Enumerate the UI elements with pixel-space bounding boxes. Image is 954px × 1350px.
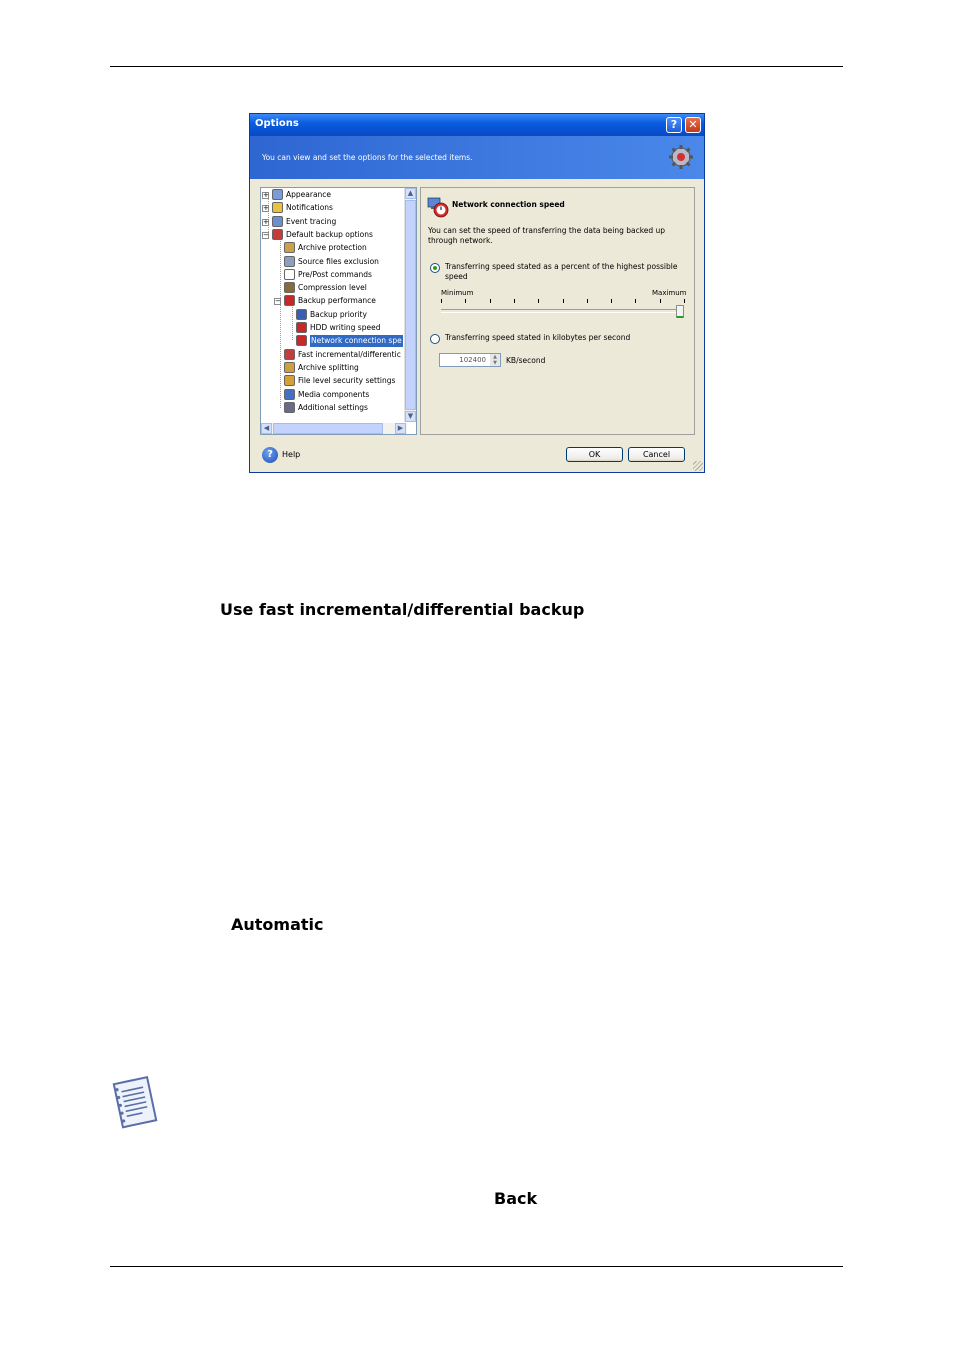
slider-max-label: Maximum	[652, 289, 687, 297]
notifications-icon	[272, 202, 283, 214]
scroll-left-arrow[interactable]: ◀	[261, 423, 272, 434]
header-rule	[110, 66, 843, 67]
kbps-unit: KB/second	[506, 356, 546, 365]
network-speed-icon	[296, 335, 307, 347]
note-icon	[112, 1075, 158, 1129]
security-icon	[284, 375, 295, 387]
performance-icon	[284, 295, 295, 307]
tree-line	[292, 304, 293, 340]
slider-tick	[635, 299, 636, 303]
backup-options-icon	[272, 228, 283, 240]
tree-item-label: Additional settings	[298, 402, 368, 412]
kbps-value: 102400	[459, 356, 486, 364]
priority-icon	[296, 308, 307, 320]
tree-item-label: Notifications	[286, 203, 333, 213]
percent-speed-radio[interactable]	[430, 263, 440, 273]
tree-item-label: Event tracing	[286, 216, 337, 226]
tree-item-label: Fast incremental/differentic	[298, 349, 401, 359]
slider-tick	[538, 299, 539, 303]
slider-tick	[660, 299, 661, 303]
kbps-speed-radio[interactable]	[430, 334, 440, 344]
tree-item-label: Network connection spe	[310, 335, 403, 348]
scroll-thumb[interactable]	[405, 200, 416, 410]
tree-item-label: Archive protection	[298, 243, 367, 253]
dialog-banner: You can view and set the options for the…	[250, 136, 704, 179]
tree-line	[280, 238, 281, 408]
tree-item-label: Default backup options	[286, 229, 373, 239]
resize-grip[interactable]	[693, 461, 703, 471]
commands-icon	[284, 268, 295, 280]
options-tree: ▲ ▼ ◀ ▶ + Appearance + Notifications + Event …	[260, 187, 417, 435]
percent-speed-label: Transferring speed stated as a percent o…	[445, 262, 678, 281]
compression-icon	[284, 282, 295, 294]
slider-tick	[490, 299, 491, 303]
tree-item-label: Backup performance	[298, 296, 376, 306]
options-panel: Network connection speed You can set the…	[420, 187, 695, 435]
tree-item-label: Source files exclusion	[298, 256, 379, 266]
options-dialog: Options ? ✕ You can view and set the opt…	[249, 113, 705, 473]
slider-tick	[684, 299, 685, 303]
tree-item-label: Compression level	[298, 283, 367, 293]
slider-tick	[611, 299, 612, 303]
lock-icon	[284, 242, 295, 254]
network-speed-icon	[427, 197, 449, 218]
slider-tick	[465, 299, 466, 303]
scroll-up-arrow[interactable]: ▲	[405, 188, 416, 199]
speed-slider-thumb[interactable]	[676, 305, 684, 318]
kbps-spinbox[interactable]: 102400 ▲ ▼	[439, 353, 501, 367]
automatic-heading: Automatic	[231, 915, 324, 934]
slider-tick	[441, 299, 442, 303]
expand-icon[interactable]: +	[262, 218, 269, 226]
cancel-button[interactable]: Cancel	[628, 447, 685, 462]
spinbox-arrows[interactable]: ▲ ▼	[490, 354, 500, 366]
media-icon	[284, 388, 295, 400]
kbps-speed-label: Transferring speed stated in kilobytes p…	[445, 333, 631, 342]
tree-item-label: Archive splitting	[298, 362, 359, 372]
tree-item-label: Backup priority	[310, 309, 367, 319]
panel-description: You can set the speed of transferring th…	[428, 226, 666, 245]
gear-icon	[669, 145, 693, 169]
tree-item-label: Media components	[298, 389, 370, 399]
fast-incremental-icon	[284, 348, 295, 360]
filter-icon	[284, 255, 295, 267]
scroll-thumb[interactable]	[273, 423, 383, 434]
expand-icon[interactable]: +	[262, 192, 269, 199]
speed-slider-track[interactable]	[441, 309, 684, 313]
close-button[interactable]: ✕	[685, 117, 701, 133]
dialog-titlebar: Options ? ✕	[250, 114, 704, 136]
slider-tick	[563, 299, 564, 303]
ok-button[interactable]: OK	[566, 447, 623, 462]
dialog-description: You can view and set the options for the…	[262, 153, 473, 162]
footer-rule	[110, 1266, 843, 1267]
back-heading: Back	[494, 1189, 538, 1208]
help-link[interactable]: Help	[282, 450, 300, 459]
help-icon[interactable]: ?	[262, 447, 278, 463]
panel-heading: Network connection speed	[452, 200, 565, 209]
settings-icon	[284, 401, 295, 413]
fast-incremental-heading: Use fast incremental/differential backup	[220, 600, 585, 619]
appearance-icon	[272, 189, 283, 200]
tree-vertical-scrollbar[interactable]: ▲ ▼	[404, 188, 416, 422]
slider-tick	[514, 299, 515, 303]
dialog-title: Options	[255, 118, 299, 129]
hdd-speed-icon	[296, 322, 307, 333]
scroll-right-arrow[interactable]: ▶	[395, 423, 406, 434]
archive-splitting-icon	[284, 361, 295, 373]
collapse-icon[interactable]: −	[274, 298, 281, 306]
tree-item-label: HDD writing speed	[310, 323, 381, 332]
tree-line	[268, 194, 269, 236]
scroll-down-arrow[interactable]: ▼	[405, 411, 416, 422]
event-tracing-icon	[272, 215, 283, 227]
slider-min-label: Minimum	[441, 289, 474, 297]
collapse-icon[interactable]: −	[262, 231, 269, 239]
expand-icon[interactable]: +	[262, 205, 269, 213]
tree-item-label: Appearance	[286, 190, 332, 199]
slider-tick	[587, 299, 588, 303]
help-title-button[interactable]: ?	[666, 117, 682, 133]
tree-item-label: File level security settings	[298, 376, 396, 386]
tree-horizontal-scrollbar[interactable]: ◀ ▶	[261, 423, 407, 434]
tree-item-label: Pre/Post commands	[298, 269, 372, 279]
